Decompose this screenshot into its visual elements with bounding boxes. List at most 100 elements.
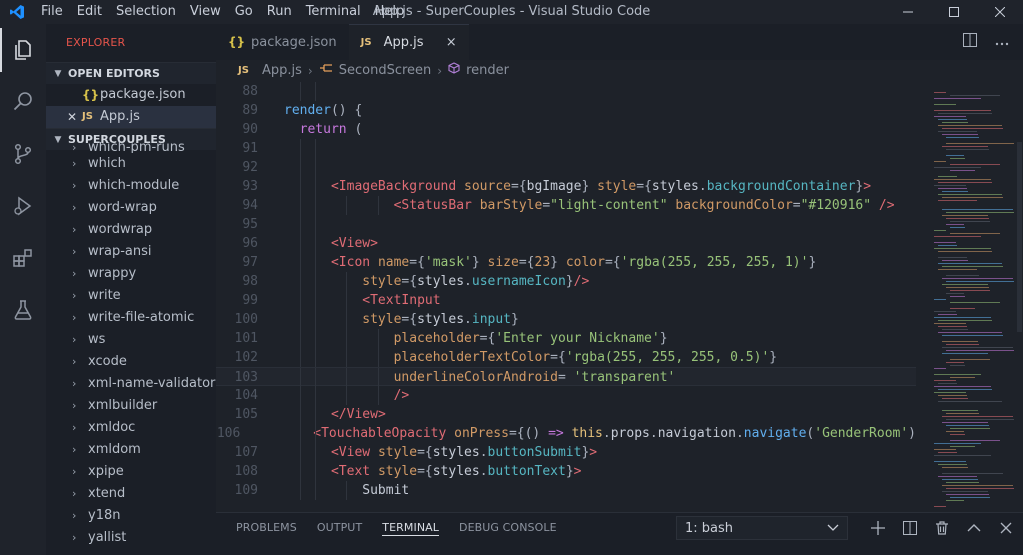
close-icon[interactable]: ✕ (62, 106, 82, 128)
line-number: 92 (242, 160, 258, 175)
panel-tab-problems[interactable]: PROBLEMS (226, 513, 307, 555)
menu-run[interactable]: Run (260, 0, 299, 24)
menu-help[interactable]: Help (368, 0, 412, 24)
open-editor-item[interactable]: ✕ JS App.js (46, 106, 216, 128)
source-control-icon[interactable] (0, 128, 46, 180)
breadcrumb-class[interactable]: SecondScreen (339, 60, 432, 82)
tab-package-json[interactable]: {} package.json (216, 24, 349, 60)
tree-folder-ws[interactable]: › ws (46, 329, 216, 351)
menu-file[interactable]: File (34, 0, 70, 24)
explorer-title: EXPLORER (66, 36, 126, 49)
close-window-button[interactable] (977, 0, 1023, 24)
tree-folder-xmldom[interactable]: › xmldom (46, 439, 216, 461)
chevron-down-icon: ▼ (54, 68, 62, 79)
chevron-right-icon: › (72, 421, 77, 434)
tree-folder-yallist[interactable]: › yallist (46, 527, 216, 549)
terminal-select-value: 1: bash (685, 520, 734, 536)
tree-folder-xmldoc[interactable]: › xmldoc (46, 417, 216, 439)
menu-view[interactable]: View (183, 0, 228, 24)
js-file-icon: JS (360, 37, 372, 48)
tree-item-label: xpipe (88, 464, 124, 479)
panel-tab-debug-console[interactable]: DEBUG CONSOLE (449, 513, 567, 555)
open-editor-item[interactable]: {} package.json (46, 84, 216, 106)
code-token: props (610, 426, 650, 441)
testing-icon[interactable] (0, 284, 46, 336)
minimap-line (942, 479, 978, 480)
line-number: 94 (242, 198, 258, 213)
minimap-line (938, 182, 992, 183)
code-token: navigation (657, 426, 736, 441)
tree-folder-xpipe[interactable]: › xpipe (46, 461, 216, 483)
minimap-line (934, 317, 991, 318)
code-token: } (581, 179, 598, 194)
indent-guide (315, 196, 317, 215)
indent-guide (299, 272, 301, 291)
split-editor-icon[interactable] (963, 33, 977, 51)
scrollbar-thumb[interactable] (1017, 142, 1022, 332)
minimap-line (942, 266, 1003, 267)
code-token: = (557, 370, 574, 385)
tree-folder-y18n[interactable]: › y18n (46, 505, 216, 527)
tree-folder-which-module[interactable]: › which-module (46, 175, 216, 197)
tree-folder-word-wrap[interactable]: › word-wrap (46, 197, 216, 219)
open-editors-header[interactable]: ▼ OPEN EDITORS (46, 62, 216, 84)
terminal-select[interactable]: 1: bash (676, 516, 848, 540)
minimap-line (942, 491, 988, 492)
maximize-button[interactable] (931, 0, 977, 24)
trash-icon[interactable] (933, 516, 951, 540)
tree-folder-xml-name-validator[interactable]: › xml-name-validator (46, 373, 216, 395)
run-debug-icon[interactable] (0, 180, 46, 232)
tree-folder-xtend[interactable]: › xtend (46, 483, 216, 505)
breadcrumb-method[interactable]: render (466, 60, 509, 82)
minimap-line (938, 395, 967, 396)
code-token: ={ (508, 426, 525, 441)
tree-folder-which[interactable]: › which (46, 153, 216, 175)
more-actions-icon[interactable] (995, 35, 1009, 50)
tree-item-partial[interactable]: › which-pm-runs (46, 142, 216, 153)
editor-scrollbar[interactable] (1016, 82, 1023, 512)
code-token: styles (651, 179, 699, 194)
code-text: <StatusBar barStyle="light-content" back… (258, 196, 895, 215)
indent-guide (346, 481, 348, 500)
extensions-icon[interactable] (0, 232, 46, 284)
panel-tab-terminal[interactable]: TERMINAL (372, 513, 449, 555)
code-token: styles (432, 445, 480, 460)
indent-guide (299, 386, 301, 405)
menu-go[interactable]: Go (228, 0, 260, 24)
indent-guide (299, 215, 301, 234)
tab-app-js[interactable]: JS App.js × (348, 24, 469, 60)
panel-tab-output[interactable]: OUTPUT (307, 513, 372, 555)
menu-edit[interactable]: Edit (70, 0, 109, 24)
chevron-right-icon: › (72, 179, 77, 192)
code-token: <TextInput (362, 293, 441, 308)
tree-folder-xmlbuilder[interactable]: › xmlbuilder (46, 395, 216, 417)
maximize-panel-icon[interactable] (965, 516, 983, 540)
tree-folder-wrappy[interactable]: › wrappy (46, 263, 216, 285)
split-terminal-icon[interactable] (901, 516, 919, 540)
minimap-line (946, 500, 964, 501)
tree-folder-write[interactable]: › write (46, 285, 216, 307)
code-editor[interactable]: 88 89 render() {90 return (91 92 93 <ImageBa… (216, 82, 916, 512)
new-terminal-icon[interactable] (869, 516, 887, 540)
breadcrumb-file[interactable]: App.js (262, 60, 302, 82)
minimap-line (934, 443, 981, 444)
close-panel-icon[interactable] (997, 516, 1015, 540)
menu-terminal[interactable]: Terminal (299, 0, 368, 24)
minimap-line (934, 179, 991, 180)
menu-selection[interactable]: Selection (109, 0, 183, 24)
minimap-line (942, 347, 1013, 348)
chevron-right-icon: › (72, 157, 77, 170)
tree-folder-xcode[interactable]: › xcode (46, 351, 216, 373)
tree-item-label: xmldom (88, 442, 141, 457)
minimap-line (950, 434, 965, 435)
minimap[interactable] (916, 82, 1016, 512)
minimize-button[interactable] (885, 0, 931, 24)
close-icon[interactable]: × (446, 35, 457, 50)
tree-folder-write-file-atomic[interactable]: › write-file-atomic (46, 307, 216, 329)
line-number: 105 (234, 407, 258, 422)
tree-folder-wordwrap[interactable]: › wordwrap (46, 219, 216, 241)
code-line: 92 (216, 158, 916, 177)
tree-folder-wrap-ansi[interactable]: › wrap-ansi (46, 241, 216, 263)
search-icon[interactable] (0, 76, 46, 128)
explorer-icon[interactable] (0, 24, 46, 76)
